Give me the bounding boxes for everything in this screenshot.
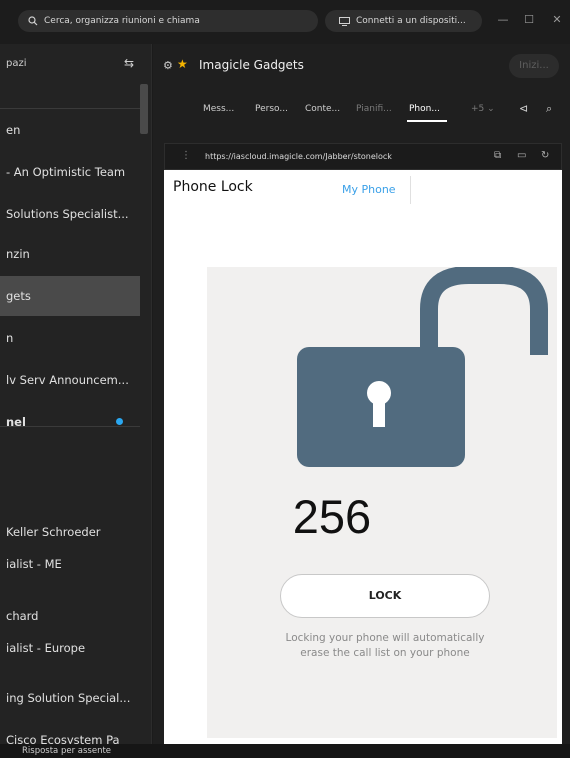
- sidebar-item-person-subtitle: ialist - Europe: [0, 628, 140, 668]
- title-bar: Cerca, organizza riunioni e chiama Conne…: [0, 0, 570, 44]
- tab-more[interactable]: +5 ⌄: [471, 104, 495, 114]
- tab-messages[interactable]: Mess...: [203, 104, 234, 114]
- sidebar-item-label: chard: [6, 609, 39, 623]
- open-external-icon[interactable]: ⧉: [494, 150, 501, 161]
- sidebar-item-imagicle-gadgets[interactable]: gets: [0, 276, 140, 316]
- spaces-sidebar: pazi ⇆ en - An Optimistic Team Solutions…: [0, 44, 152, 744]
- gear-icon[interactable]: ⚙: [163, 59, 173, 72]
- filter-icon[interactable]: ⇆: [124, 56, 134, 70]
- browser-url[interactable]: https://iascloud.imagicle.com/Jabber/sto…: [205, 152, 392, 161]
- browser-url-bar: ⋮ https://iascloud.imagicle.com/Jabber/s…: [164, 143, 562, 170]
- space-header: ⚙ ★ Imagicle Gadgets Inizi...: [153, 44, 570, 88]
- sidebar-item-space[interactable]: - An Optimistic Team: [0, 152, 140, 192]
- unlocked-padlock-icon: [297, 267, 548, 467]
- phone-lock-page: Phone Lock My Phone 256 LOCK Locking you…: [164, 170, 562, 744]
- sidebar-item-space[interactable]: Cisco Ecosystem Pa: [0, 720, 140, 744]
- sidebar-item-space[interactable]: nzin: [0, 234, 140, 274]
- tab-people[interactable]: Perso...: [255, 104, 288, 114]
- device-icon: [339, 16, 350, 26]
- sidebar-item-label: Keller Schroeder: [6, 525, 101, 539]
- sidebar-item-label: nzin: [6, 247, 30, 261]
- tab-divider: [410, 176, 411, 204]
- status-bar: Risposta per assente: [0, 744, 570, 758]
- tab-schedule[interactable]: Pianifi...: [356, 104, 392, 114]
- close-icon[interactable]: ✕: [550, 13, 564, 26]
- global-search-input[interactable]: Cerca, organizza riunioni e chiama: [18, 10, 318, 32]
- favorite-star-icon[interactable]: ★: [177, 57, 188, 71]
- tab-content[interactable]: Conte...: [305, 104, 340, 114]
- space-title: Imagicle Gadgets: [199, 58, 304, 72]
- lock-button[interactable]: LOCK: [280, 574, 490, 618]
- unread-indicator: [116, 418, 123, 425]
- more-options-icon[interactable]: ⋮: [181, 150, 191, 161]
- active-tab-indicator: [407, 120, 447, 122]
- popout-icon[interactable]: ▭: [517, 150, 526, 161]
- sidebar-header: pazi ⇆: [0, 44, 151, 92]
- sidebar-item-space[interactable]: n: [0, 318, 140, 358]
- sidebar-item-label: ialist - Europe: [6, 641, 86, 655]
- connect-device-label: Connetti a un dispositi...: [356, 16, 466, 26]
- search-icon: [28, 16, 38, 26]
- webex-app-window: Cerca, organizza riunioni e chiama Conne…: [0, 0, 570, 758]
- sidebar-scrollbar[interactable]: [140, 84, 148, 134]
- sidebar-item-label: lv Serv Announcem...: [6, 373, 129, 387]
- embedded-browser: ⋮ https://iascloud.imagicle.com/Jabber/s…: [164, 143, 562, 744]
- sidebar-section-label: nel: [6, 415, 26, 429]
- add-tab-icon[interactable]: ⊲: [519, 102, 528, 115]
- sidebar-item-space[interactable]: Solutions Specialist...: [0, 194, 140, 234]
- search-placeholder: Cerca, organizza riunioni e chiama: [44, 16, 200, 26]
- minimize-icon[interactable]: —: [496, 13, 510, 26]
- connect-device-button[interactable]: Connetti a un dispositi...: [325, 10, 482, 32]
- sidebar-item-label: - An Optimistic Team: [6, 165, 126, 179]
- sidebar-item-label: Solutions Specialist...: [6, 207, 129, 221]
- sidebar-item-label: ing Solution Special...: [6, 691, 131, 705]
- tab-phone-lock[interactable]: Phon...: [409, 104, 440, 114]
- sidebar-item-label: ialist - ME: [6, 557, 62, 571]
- lock-warning-text: Locking your phone will automatically er…: [285, 632, 485, 659]
- space-pane: ⚙ ★ Imagicle Gadgets Inizi... Mess... Pe…: [153, 44, 570, 744]
- start-meeting-button[interactable]: Inizi...: [509, 54, 559, 78]
- sidebar-item-person-subtitle: ialist - ME: [0, 544, 140, 584]
- page-title: Phone Lock: [173, 179, 253, 195]
- sidebar-divider: [0, 108, 140, 109]
- sidebar-item-space[interactable]: en: [0, 110, 140, 150]
- space-tabs: Mess... Perso... Conte... Pianifi... Pho…: [153, 100, 570, 124]
- sidebar-item-label: en: [6, 123, 21, 137]
- sidebar-title: pazi: [6, 58, 27, 69]
- lock-counter: 256: [292, 490, 372, 543]
- refresh-icon[interactable]: ↻: [541, 150, 549, 161]
- maximize-icon[interactable]: ☐: [522, 13, 536, 26]
- sidebar-item-label: gets: [6, 289, 31, 303]
- sidebar-item-space[interactable]: lv Serv Announcem...: [0, 360, 140, 400]
- search-icon[interactable]: ⌕: [546, 102, 552, 116]
- sidebar-item-space[interactable]: ing Solution Special...: [0, 678, 140, 718]
- sidebar-item-label: Cisco Ecosystem Pa: [6, 733, 120, 744]
- lock-panel: 256 LOCK Locking your phone will automat…: [207, 267, 557, 738]
- sidebar-item-label: n: [6, 331, 14, 345]
- tab-my-phone[interactable]: My Phone: [342, 183, 396, 196]
